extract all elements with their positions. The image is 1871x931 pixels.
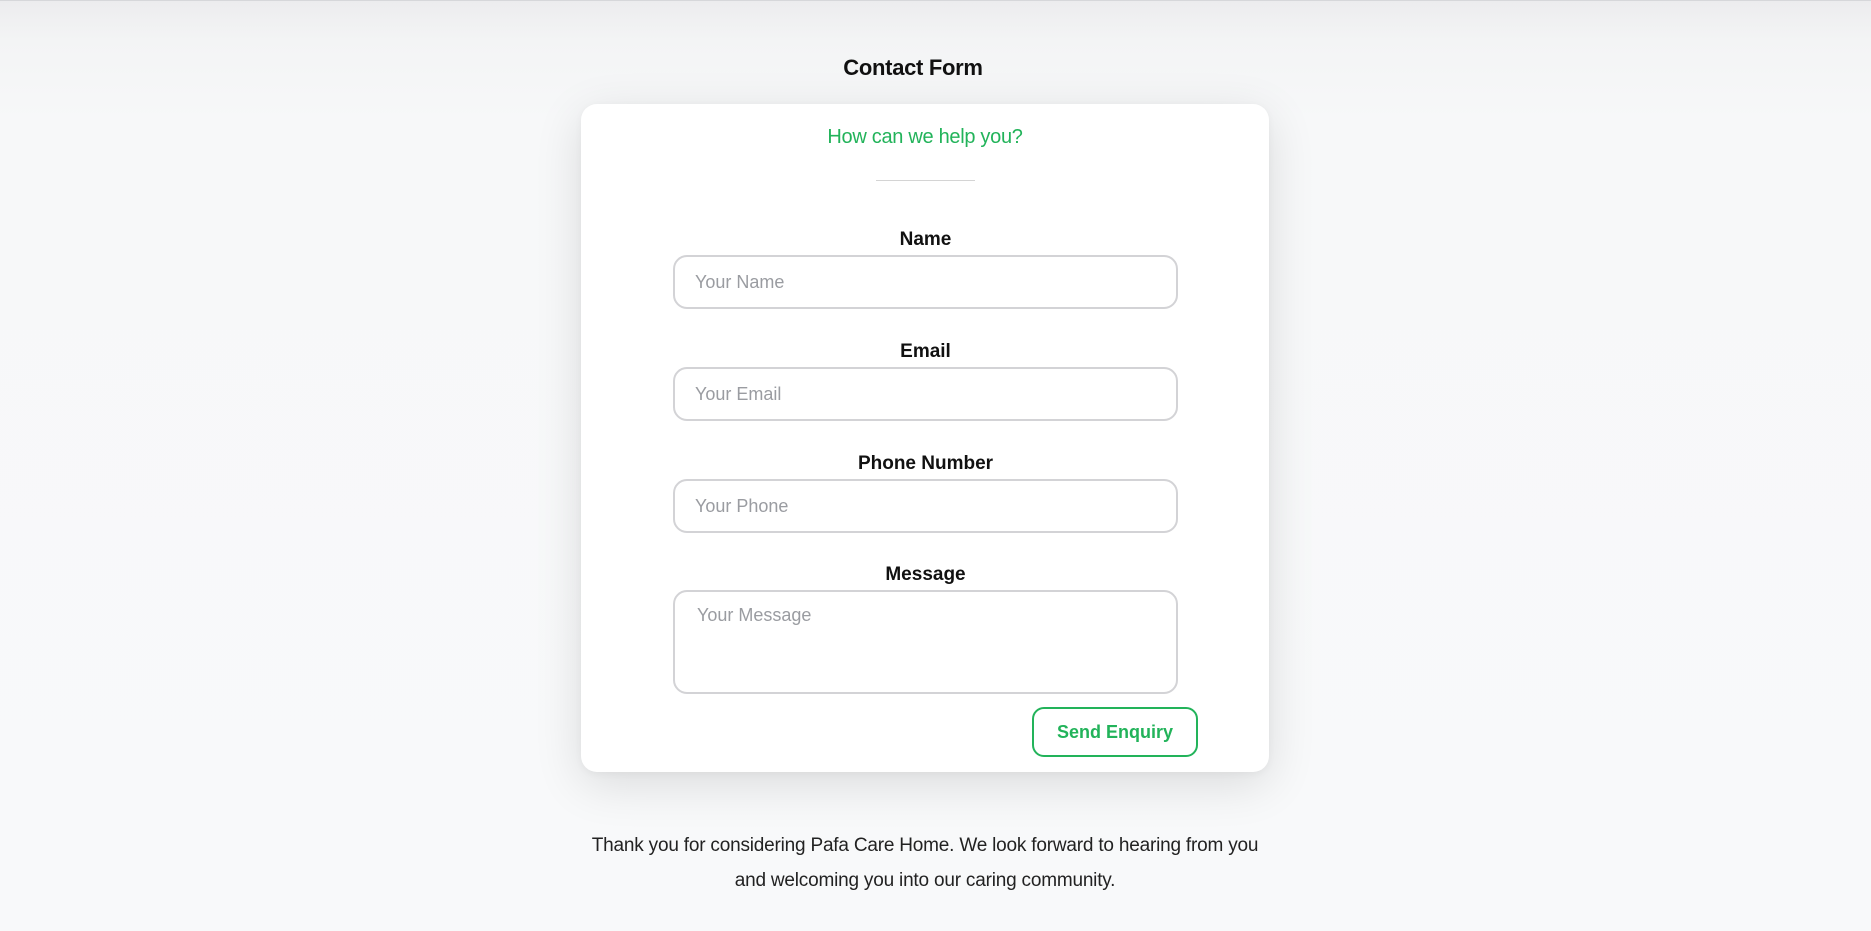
contact-form-card: How can we help you? Name Email Phone Nu… [581,104,1269,772]
form-subtitle: How can we help you? [827,126,1023,148]
email-input[interactable] [673,367,1178,421]
page-title: Contact Form [843,55,983,80]
message-textarea[interactable] [673,590,1178,694]
phone-input[interactable] [673,479,1178,533]
name-label: Name [899,229,952,250]
subtitle-divider [876,180,975,181]
phone-label: Phone Number [857,453,994,474]
name-input[interactable] [673,255,1178,309]
message-label: Message [885,564,966,585]
footer-thank-you-text: Thank you for considering Pafa Care Home… [591,835,1259,891]
email-label: Email [900,341,951,362]
send-enquiry-button[interactable]: Send Enquiry [1032,707,1198,757]
